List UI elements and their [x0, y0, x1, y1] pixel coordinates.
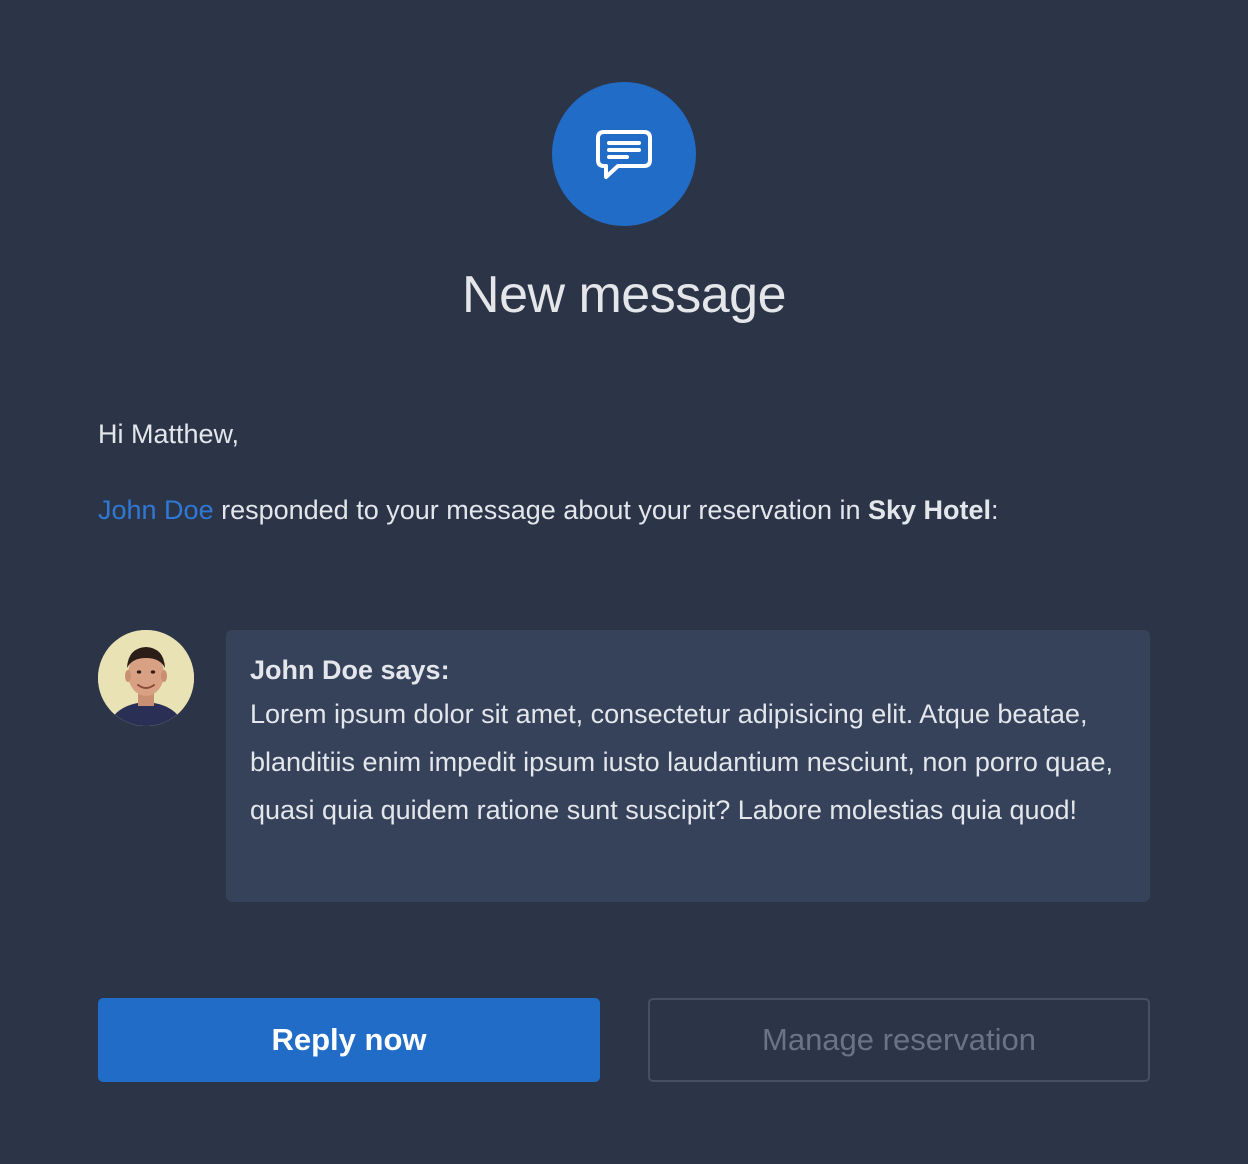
intro-end: :	[991, 495, 999, 525]
sender-link[interactable]: John Doe	[98, 495, 214, 525]
avatar-portrait	[98, 630, 194, 726]
greeting-text: Hi Matthew,	[98, 419, 240, 449]
intro-text: John Doe responded to your message about…	[98, 492, 999, 528]
reply-now-button[interactable]: Reply now	[98, 998, 600, 1082]
intro-body: responded to your message about your res…	[213, 495, 868, 525]
message-icon	[596, 130, 652, 179]
hotel-name: Sky Hotel	[867, 495, 992, 525]
email-page: New message Hi Matthew, John Doe respond…	[0, 0, 1248, 1164]
avatar	[98, 630, 194, 726]
message-heading: John Doe says:	[250, 655, 450, 685]
message-badge	[552, 82, 696, 226]
message-bubble: John Doe says: Lorem ipsum dolor sit ame…	[226, 630, 1150, 902]
page-title: New message	[462, 266, 786, 324]
manage-reservation-button[interactable]: Manage reservation	[648, 998, 1150, 1082]
message-text: Lorem ipsum dolor sit amet, consectetur …	[250, 699, 1113, 825]
